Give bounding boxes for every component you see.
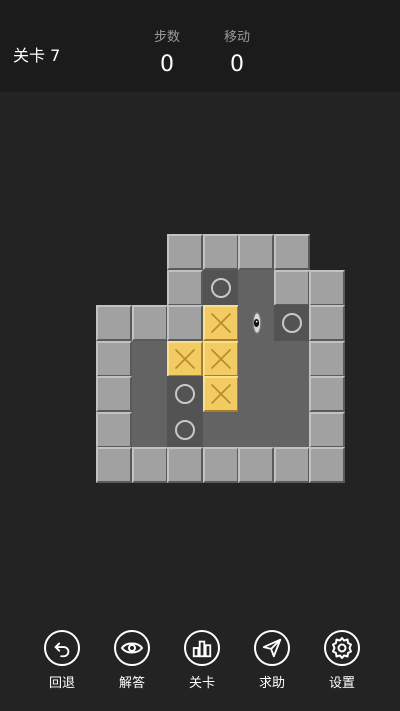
floor-tile: [131, 411, 168, 448]
wall-tile: [202, 447, 239, 483]
floor-tile: [273, 376, 310, 412]
floor-tile: [273, 340, 310, 377]
help-button[interactable]: 求助: [242, 630, 302, 694]
wall-tile: [309, 340, 345, 377]
floor-tile: [273, 411, 310, 448]
crate: [202, 305, 239, 341]
wall-tile: [238, 234, 274, 270]
level-select-label: 关卡: [188, 676, 215, 691]
wall-tile: [167, 234, 203, 270]
level-select-icon: [184, 630, 220, 666]
wall-tile: [273, 234, 310, 270]
player-character[interactable]: [238, 305, 274, 341]
eye-icon: [114, 630, 150, 666]
crate: [167, 340, 203, 377]
wall-tile: [96, 376, 132, 412]
wall-tile: [238, 447, 274, 483]
floor-tile: [202, 411, 239, 448]
undo-icon: [44, 630, 80, 666]
floor-tile: [131, 376, 168, 412]
wall-tile: [131, 447, 168, 483]
wall-tile: [167, 269, 203, 306]
bottom-toolbar: 回退 解答 关卡 求助 设置: [0, 630, 400, 700]
wall-tile: [96, 340, 132, 377]
wall-tile: [309, 376, 345, 412]
floor-tile: [238, 269, 274, 306]
floor-tile: [167, 411, 203, 448]
send-icon: [254, 630, 290, 666]
floor-tile: [202, 269, 239, 306]
wall-tile: [309, 447, 345, 483]
help-label: 求助: [258, 676, 285, 691]
wall-tile: [309, 305, 345, 341]
floor-tile: [273, 305, 310, 341]
undo-button[interactable]: 回退: [32, 630, 92, 694]
floor-tile: [238, 411, 274, 448]
solution-label: 解答: [118, 676, 145, 691]
floor-tile: [238, 376, 274, 412]
crate: [202, 376, 239, 412]
wall-tile: [167, 447, 203, 483]
target-marker: [210, 277, 231, 298]
floor-tile: [131, 340, 168, 377]
wall-tile: [309, 411, 345, 448]
settings-label: 设置: [328, 676, 355, 691]
wall-tile: [273, 447, 310, 483]
target-marker: [175, 419, 195, 440]
wall-tile: [96, 305, 132, 341]
solution-button[interactable]: 解答: [102, 630, 162, 694]
floor-tile: [238, 340, 274, 377]
floor-tile: [167, 376, 203, 412]
wall-tile: [167, 305, 203, 341]
wall-tile: [202, 234, 239, 270]
wall-tile: [96, 447, 132, 483]
target-marker: [175, 384, 195, 404]
settings-button[interactable]: 设置: [312, 630, 372, 694]
wall-tile: [273, 269, 310, 306]
target-marker: [281, 313, 302, 333]
wall-tile: [309, 269, 345, 306]
wall-tile: [131, 305, 168, 341]
gear-icon: [324, 630, 360, 666]
wall-tile: [96, 411, 132, 448]
level-select-button[interactable]: 关卡: [172, 630, 232, 694]
game-board[interactable]: [0, 0, 400, 711]
crate: [202, 340, 239, 377]
undo-label: 回退: [48, 676, 75, 691]
